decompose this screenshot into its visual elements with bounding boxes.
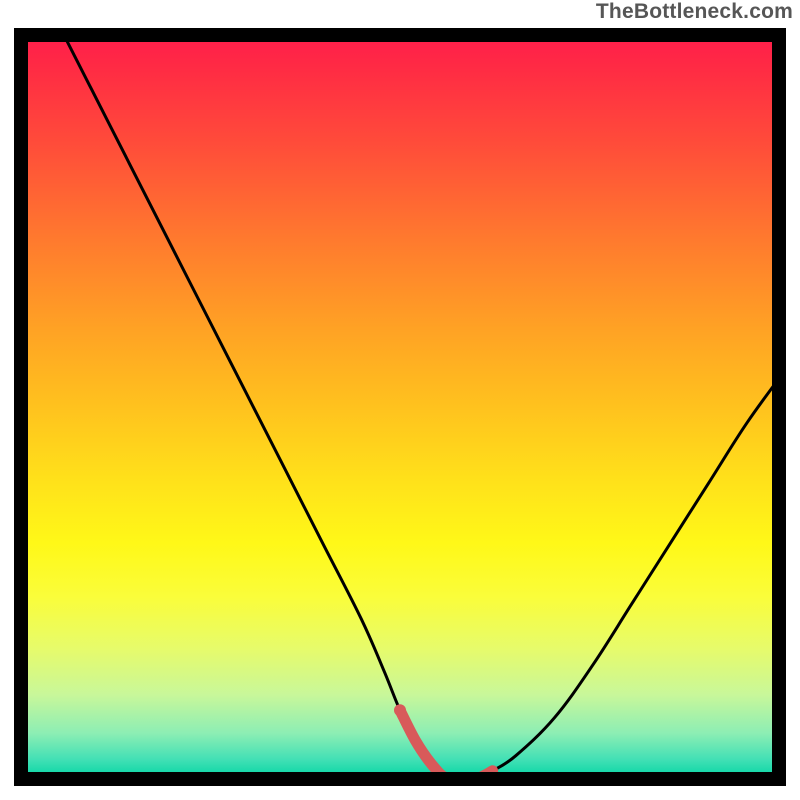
chart-plot-area — [14, 28, 786, 786]
bottleneck-optimum-start-dot — [394, 704, 406, 716]
watermark-text: TheBottleneck.com — [596, 0, 793, 24]
bottleneck-optimum-highlight — [400, 710, 493, 779]
bottleneck-curve — [60, 28, 786, 780]
chart-curve-layer — [14, 28, 786, 786]
